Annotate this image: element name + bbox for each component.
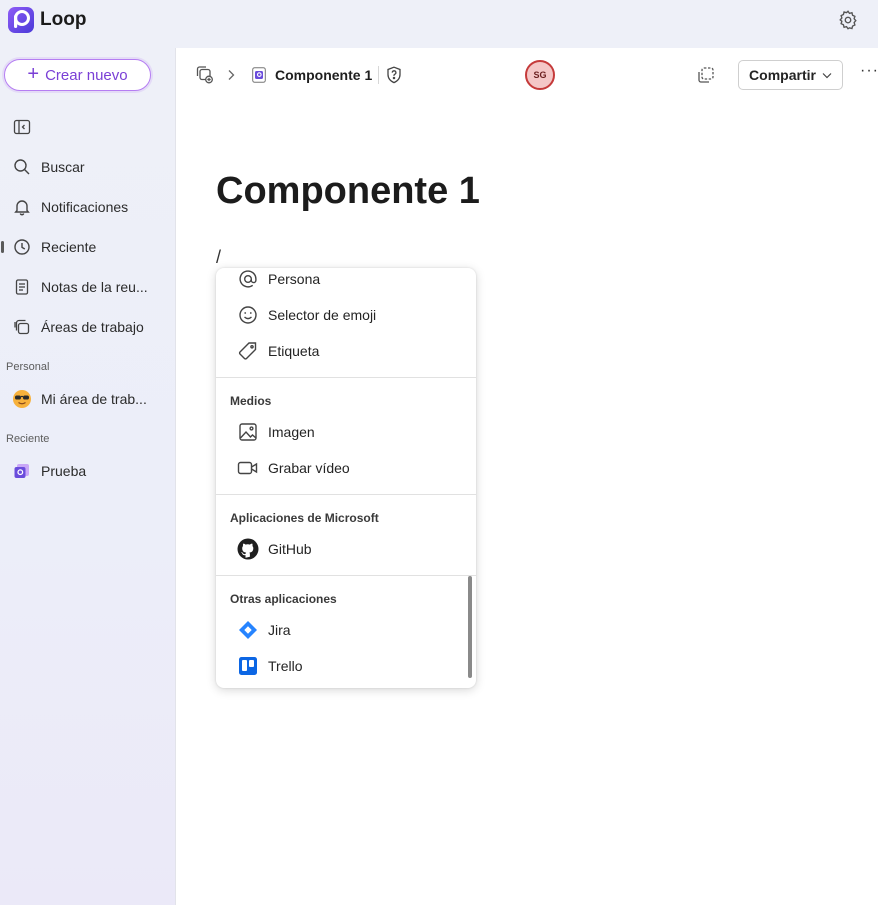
menu-item-label: Trello [268,658,303,674]
sidebar-item-label: Mi área de trab... [41,391,147,407]
chevron-down-icon [822,72,832,78]
menu-item-jira[interactable]: Jira [216,613,476,647]
sidebar-item-label: Prueba [41,463,87,479]
app-title: Loop [40,9,87,30]
menu-item-image[interactable]: Imagen [216,415,476,449]
jira-icon [237,619,259,641]
loop-page-icon [251,66,267,84]
component-copy-icon[interactable] [696,65,716,85]
menu-item-label: Jira [268,622,291,638]
smiley-icon [237,304,259,326]
menu-item-tag[interactable]: Etiqueta [216,334,476,368]
loop-logo-icon [8,7,34,33]
menu-separator [216,575,476,576]
collapse-sidebar-icon[interactable] [13,118,31,136]
menu-item-label: Grabar vídeo [268,460,350,476]
sidebar: + Crear nuevo Buscar Notificaciones Reci… [0,48,176,905]
loop-page-icon [12,461,32,481]
sidebar-item-notifications[interactable]: Notificaciones [0,189,175,225]
workspace-add-icon[interactable] [195,65,215,85]
toolbar-divider [378,66,379,84]
sidebar-item-search[interactable]: Buscar [0,149,175,185]
sidebar-item-prueba[interactable]: Prueba [0,453,175,489]
menu-item-label: Selector de emoji [268,307,377,323]
github-icon [237,538,259,560]
menu-item-trello[interactable]: Trello [216,649,476,683]
bell-icon [12,197,32,217]
gear-icon[interactable] [837,9,859,31]
menu-heading-media: Medios [230,394,272,408]
breadcrumb-page-title[interactable]: Componente 1 [275,67,372,83]
avatar[interactable]: SG [525,60,555,90]
tag-icon [237,340,259,362]
trello-icon [237,655,259,677]
sidebar-item-label: Notificaciones [41,199,129,215]
menu-separator [216,494,476,495]
menu-item-emoji-picker[interactable]: Selector de emoji [216,298,476,332]
menu-item-label: GitHub [268,541,312,557]
menu-item-label: Imagen [268,424,315,440]
sidebar-item-label: Notas de la reu... [41,279,148,295]
sidebar-item-meeting-notes[interactable]: Notas de la reu... [0,269,175,305]
plus-icon: + [27,63,40,85]
app-bar: Loop [0,0,878,48]
more-options-button[interactable]: ··· [860,62,878,80]
share-button-label: Compartir [749,67,816,83]
notes-icon [12,277,32,297]
sidebar-item-label: Reciente [41,239,97,255]
menu-item-github[interactable]: GitHub [216,532,476,566]
sidebar-item-my-workspace[interactable]: Mi área de trab... [0,381,175,417]
slash-command-text[interactable]: / [216,247,221,268]
menu-item-record-video[interactable]: Grabar vídeo [216,451,476,485]
create-new-button[interactable]: + Crear nuevo [4,59,151,91]
image-icon [237,421,259,443]
menu-scrollbar[interactable] [468,576,472,678]
document-toolbar: Componente 1 SG Compartir ··· [176,48,878,102]
at-icon [237,268,259,290]
document-title[interactable]: Componente 1 [216,170,480,213]
menu-heading-microsoft-apps: Aplicaciones de Microsoft [230,511,379,525]
shield-help-icon[interactable] [385,66,403,84]
menu-separator [216,377,476,378]
video-icon [237,457,259,479]
sidebar-item-label: Áreas de trabajo [41,319,144,335]
chevron-right-icon [225,68,237,82]
workspaces-icon [12,317,32,337]
menu-item-label: Etiqueta [268,343,320,359]
sidebar-item-label: Buscar [41,159,85,175]
menu-heading-other-apps: Otras aplicaciones [230,592,337,606]
share-button[interactable]: Compartir [738,60,843,90]
sidebar-item-recent[interactable]: Reciente [0,229,175,265]
menu-item-label: Persona [268,271,321,287]
insert-command-menu: Persona Selector de emoji Etiqueta Medio… [216,268,476,688]
clock-icon [12,237,32,257]
search-icon [12,157,32,177]
section-heading-recent: Reciente [6,433,50,445]
menu-item-person[interactable]: Persona [216,268,476,296]
section-heading-personal: Personal [6,361,50,373]
create-new-label: Crear nuevo [45,66,128,84]
sunglasses-emoji-icon [12,389,32,409]
sidebar-item-workspaces[interactable]: Áreas de trabajo [0,309,175,345]
